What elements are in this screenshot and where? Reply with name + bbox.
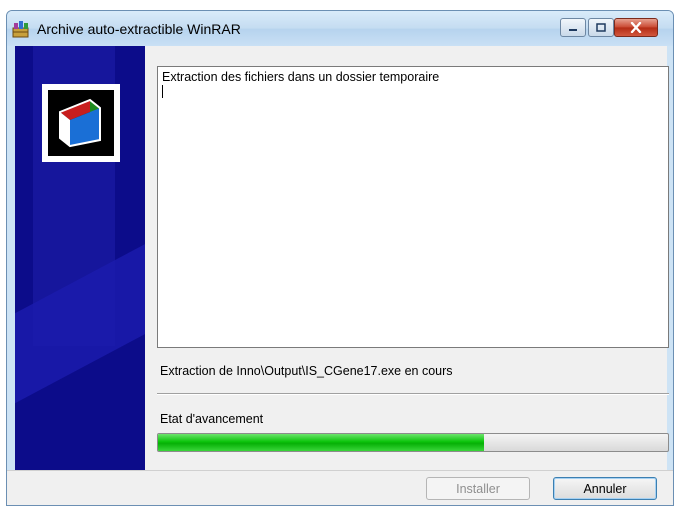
cancel-button[interactable]: Annuler [553, 477, 657, 500]
separator [157, 393, 669, 395]
progress-fill [158, 434, 485, 451]
progress-label: Etat d'avancement [160, 412, 264, 426]
minimize-icon [569, 28, 577, 31]
progress-bar [157, 433, 669, 452]
winrar-box-icon [48, 90, 114, 156]
window-title: Archive auto-extractible WinRAR [37, 21, 241, 37]
winrar-app-icon[interactable] [11, 19, 31, 39]
status-text: Extraction de Inno\Output\IS_CGene17.exe… [160, 364, 453, 378]
dialog-client-area: Extraction des fichiers dans un dossier … [15, 46, 669, 471]
text-caret [162, 85, 163, 98]
title-bar[interactable]: Archive auto-extractible WinRAR [7, 11, 673, 46]
winrar-sfx-window: Archive auto-extractible WinRAR Extracti… [6, 10, 674, 506]
maximize-button[interactable] [588, 18, 614, 37]
extraction-log[interactable]: Extraction des fichiers dans un dossier … [157, 66, 669, 348]
close-icon [630, 22, 642, 33]
maximize-icon [596, 23, 606, 32]
close-button[interactable] [614, 18, 658, 37]
logo-frame [42, 84, 120, 162]
install-button[interactable]: Installer [426, 477, 530, 500]
wizard-banner [15, 46, 145, 471]
button-bar: Installer Annuler [7, 470, 673, 505]
minimize-button[interactable] [560, 18, 586, 37]
log-line: Extraction des fichiers dans un dossier … [162, 70, 440, 84]
